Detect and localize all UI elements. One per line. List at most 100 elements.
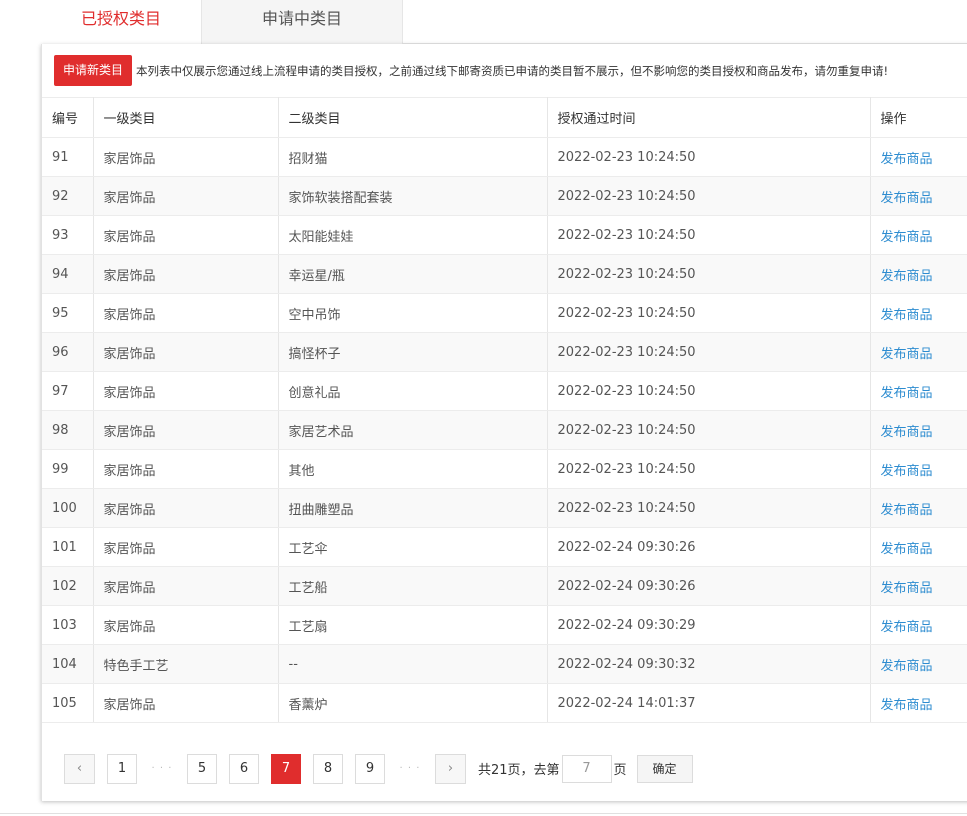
cell-id: 102	[52, 578, 77, 594]
table-cell: 2022-02-23 10:24:50	[547, 215, 871, 255]
cell-auth-time: 2022-02-23 10:24:50	[557, 344, 696, 360]
page-7-button[interactable]: 7	[271, 753, 301, 784]
confirm-goto-button[interactable]: 确定	[636, 754, 693, 783]
table-cell: 94	[42, 254, 94, 294]
cell-category-2: 招财猫	[288, 151, 328, 167]
publish-product-link[interactable]: 发布商品	[881, 464, 933, 479]
page-1-button[interactable]: 1	[107, 753, 137, 784]
publish-product-link[interactable]: 发布商品	[881, 152, 933, 167]
prev-page-button[interactable]: ‹	[64, 753, 95, 784]
header-category-2: 二级类目	[278, 97, 548, 138]
publish-product-link[interactable]: 发布商品	[881, 425, 933, 440]
publish-product-link[interactable]: 发布商品	[881, 581, 933, 596]
tab-pending[interactable]: 申请中类目	[201, 0, 403, 44]
apply-new-category-button[interactable]: 申请新类目	[54, 55, 133, 86]
cell-id: 105	[52, 695, 77, 711]
table-cell: 98	[42, 410, 94, 450]
table-cell: 招财猫	[278, 137, 548, 177]
cell-auth-time: 2022-02-23 10:24:50	[557, 422, 696, 438]
cell-auth-time: 2022-02-23 10:24:50	[557, 461, 696, 477]
cell-auth-time: 2022-02-24 14:01:37	[557, 695, 696, 711]
cell-category-2: 搞怪杯子	[288, 346, 341, 362]
publish-product-link[interactable]: 发布商品	[881, 620, 933, 635]
table-row: 99 家居饰品 其他 2022-02-23 10:24:50 发布商品	[42, 449, 967, 489]
goto-page-input[interactable]	[561, 754, 612, 783]
publish-product-link[interactable]: 发布商品	[881, 659, 933, 674]
table-cell: 工艺扇	[278, 605, 548, 645]
table-cell: 发布商品	[870, 488, 967, 528]
publish-product-link[interactable]: 发布商品	[881, 386, 933, 401]
publish-product-link[interactable]: 发布商品	[881, 191, 933, 206]
cell-category-2: 香薰炉	[288, 697, 328, 713]
cell-category-1: 家居饰品	[103, 346, 156, 362]
table-cell: 发布商品	[870, 566, 967, 606]
cell-id: 98	[52, 422, 69, 438]
cell-category-1: 家居饰品	[103, 190, 156, 206]
cell-category-1: 家居饰品	[103, 307, 156, 323]
cell-category-2: 家居艺术品	[288, 424, 354, 440]
table-cell: 93	[42, 215, 94, 255]
table-cell: 扭曲雕塑品	[278, 488, 548, 528]
tab-authorized[interactable]: 已授权类目	[41, 0, 201, 44]
cell-id: 100	[52, 500, 77, 516]
cell-category-2: --	[288, 656, 298, 672]
cell-category-2: 创意礼品	[288, 385, 341, 401]
table-cell: 家居艺术品	[278, 410, 548, 450]
table-cell: 家居饰品	[93, 371, 279, 411]
table-cell: 家居饰品	[93, 176, 279, 216]
cell-category-1: 家居饰品	[103, 580, 156, 596]
table-row: 97 家居饰品 创意礼品 2022-02-23 10:24:50 发布商品	[42, 371, 967, 411]
header-auth-time: 授权通过时间	[547, 97, 871, 138]
publish-product-link[interactable]: 发布商品	[881, 269, 933, 284]
publish-product-link[interactable]: 发布商品	[881, 308, 933, 323]
page-9-button[interactable]: 9	[355, 753, 385, 784]
table-row: 96 家居饰品 搞怪杯子 2022-02-23 10:24:50 发布商品	[42, 332, 967, 372]
table-cell: 103	[42, 605, 94, 645]
table-cell: 家居饰品	[93, 449, 279, 489]
page-5-button[interactable]: 5	[187, 753, 217, 784]
table-row: 101 家居饰品 工艺伞 2022-02-24 09:30:26 发布商品	[42, 527, 967, 567]
cell-id: 95	[52, 305, 69, 321]
pagination-ellipsis: · · ·	[399, 763, 421, 774]
header-id: 编号	[42, 97, 94, 138]
total-pages-text: 共21页，去第	[478, 763, 560, 778]
table-cell: 发布商品	[870, 683, 967, 723]
cell-id: 96	[52, 344, 69, 360]
cell-id: 104	[52, 656, 77, 672]
cell-auth-time: 2022-02-23 10:24:50	[557, 305, 696, 321]
cell-id: 101	[52, 539, 77, 555]
table-cell: 104	[42, 644, 94, 684]
header-action: 操作	[870, 97, 967, 138]
cell-category-1: 家居饰品	[103, 619, 156, 635]
publish-product-link[interactable]: 发布商品	[881, 230, 933, 245]
publish-product-link[interactable]: 发布商品	[881, 347, 933, 362]
table-cell: 2022-02-24 09:30:26	[547, 527, 871, 567]
table-cell: 96	[42, 332, 94, 372]
table-cell: 发布商品	[870, 371, 967, 411]
cell-category-2: 工艺伞	[288, 541, 328, 557]
table-cell: 92	[42, 176, 94, 216]
page-6-button[interactable]: 6	[229, 753, 259, 784]
notice-bar: 申请新类目 本列表中仅展示您通过线上流程申请的类目授权，之前通过线下邮寄资质已申…	[54, 55, 888, 86]
category-table: 编号 一级类目 二级类目 授权通过时间 操作 91 家居饰品 招财猫 2022-02-…	[42, 97, 967, 723]
publish-product-link[interactable]: 发布商品	[881, 542, 933, 557]
next-page-button[interactable]: ›	[435, 753, 466, 784]
table-cell: 工艺船	[278, 566, 548, 606]
table-cell: 2022-02-24 09:30:29	[547, 605, 871, 645]
table-cell: 家居饰品	[93, 527, 279, 567]
page-8-button[interactable]: 8	[313, 753, 343, 784]
table-cell: 家居饰品	[93, 410, 279, 450]
cell-category-1: 特色手工艺	[103, 658, 169, 674]
cell-category-2: 扭曲雕塑品	[288, 502, 354, 518]
cell-category-2: 太阳能娃娃	[288, 229, 354, 245]
table-cell: 发布商品	[870, 410, 967, 450]
table-row: 103 家居饰品 工艺扇 2022-02-24 09:30:29 发布商品	[42, 605, 967, 645]
cell-auth-time: 2022-02-23 10:24:50	[557, 500, 696, 516]
table-cell: 家居饰品	[93, 332, 279, 372]
table-cell: 家居饰品	[93, 137, 279, 177]
cell-auth-time: 2022-02-24 09:30:26	[557, 539, 696, 555]
cell-category-1: 家居饰品	[103, 229, 156, 245]
table-cell: 105	[42, 683, 94, 723]
publish-product-link[interactable]: 发布商品	[881, 503, 933, 518]
publish-product-link[interactable]: 发布商品	[881, 698, 933, 713]
